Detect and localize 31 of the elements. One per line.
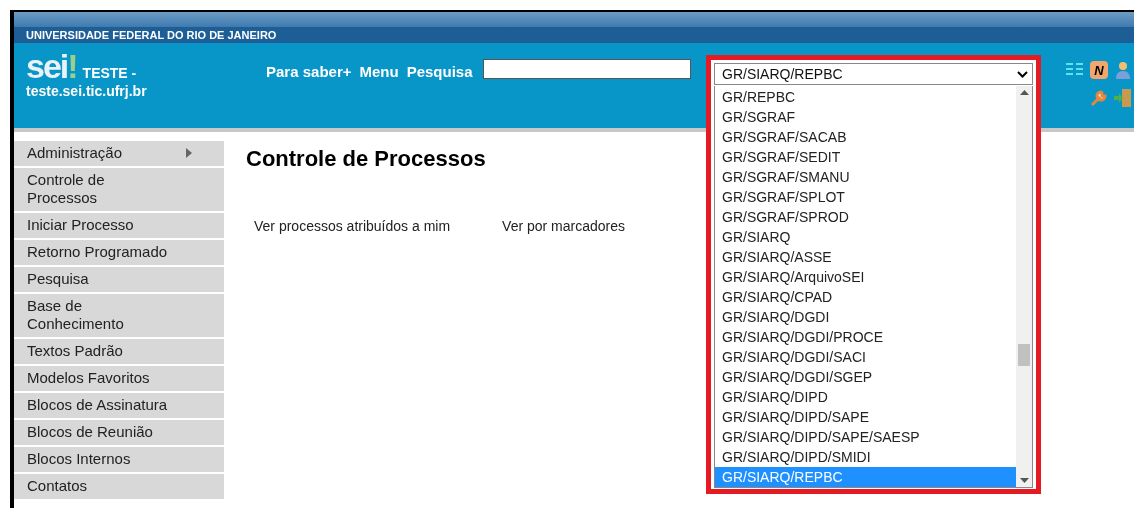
sidebar-item[interactable]: Pesquisa [14, 267, 224, 292]
sidebar-item[interactable]: Base de Conhecimento [14, 294, 224, 337]
host-name: teste.sei.tic.ufrj.br [26, 83, 148, 99]
sidebar-item[interactable]: Contatos [14, 474, 224, 499]
sidebar-item[interactable]: Blocos de Reunião [14, 420, 224, 445]
sidebar-item[interactable]: Retorno Programado [14, 240, 224, 265]
sidebar-item[interactable]: Administração [14, 141, 224, 166]
environment-label: TESTE - [82, 65, 137, 81]
scroll-thumb[interactable] [1018, 344, 1030, 366]
filter-link[interactable]: Ver processos atribuídos a mim [254, 218, 451, 234]
unit-select[interactable]: GR/SIARQ/REPBC [714, 63, 1033, 85]
list-icon[interactable] [1066, 62, 1084, 78]
wrench-icon[interactable] [1090, 89, 1108, 107]
scrollbar[interactable] [1016, 86, 1032, 487]
sidebar-item[interactable]: Textos Padrão [14, 339, 224, 364]
filter-link[interactable]: Ver por marcadores [502, 218, 626, 234]
exit-icon[interactable] [1114, 88, 1132, 108]
logo: sei! [26, 51, 77, 81]
page-title: Controle de Processos [246, 146, 486, 172]
n-badge-icon[interactable]: N [1090, 61, 1108, 79]
search-field[interactable] [482, 59, 691, 79]
user-icon[interactable] [1115, 61, 1131, 79]
sidebar-item[interactable]: Blocos Internos [14, 447, 224, 472]
sidebar-item[interactable]: Modelos Favoritos [14, 366, 224, 391]
university-name: UNIVERSIDADE FEDERAL DO RIO DE JANEIRO [26, 29, 277, 41]
sidebar-item[interactable]: Blocos de Assinatura [14, 393, 224, 418]
scroll-down-icon[interactable] [1019, 478, 1029, 483]
sidebar-item[interactable]: Iniciar Processo [14, 213, 224, 238]
sidebar-item[interactable]: Controle de Processos [14, 168, 224, 211]
chevron-down-icon [1017, 70, 1028, 78]
scroll-up-icon[interactable] [1019, 90, 1029, 95]
